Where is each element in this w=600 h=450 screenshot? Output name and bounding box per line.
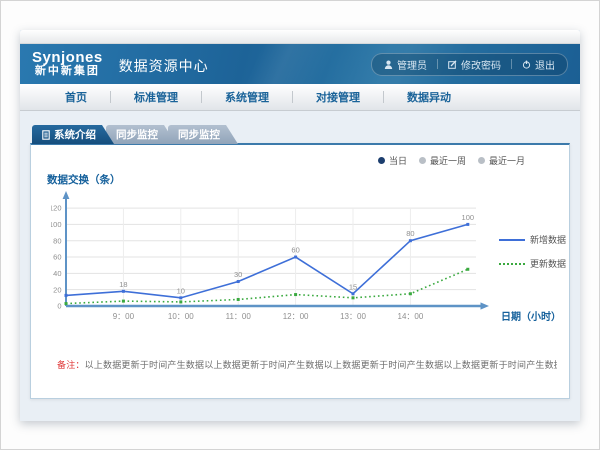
nav-item-standard-mgmt[interactable]: 标准管理 <box>111 89 201 105</box>
change-password-link[interactable]: 修改密码 <box>448 57 501 72</box>
svg-text:12：00: 12：00 <box>283 312 309 321</box>
svg-text:100: 100 <box>462 213 475 222</box>
nav-item-interface-mgmt[interactable]: 对接管理 <box>293 89 383 105</box>
svg-text:18: 18 <box>119 280 127 289</box>
legend-line-sample-green <box>499 263 525 265</box>
time-filter-last-week[interactable]: 最近一周 <box>419 154 466 167</box>
footnote: 备注：以上数据更新于时间产生数据以上数据更新于时间产生数据以上数据更新于时间产生… <box>57 358 557 371</box>
svg-text:30: 30 <box>234 270 242 279</box>
legend-item-new-data: 新增数据 <box>499 233 566 246</box>
svg-text:13：00: 13：00 <box>340 312 366 321</box>
footnote-text: 以上数据更新于时间产生数据以上数据更新于时间产生数据以上数据更新于时间产生数据以… <box>85 360 557 370</box>
divider <box>437 59 438 69</box>
time-filter-label: 当日 <box>389 154 407 167</box>
header: Synjones 新中新集团 数据资源中心 管理员 <box>20 44 580 84</box>
legend-label: 新增数据 <box>530 233 566 246</box>
time-filter-last-month[interactable]: 最近一月 <box>478 154 525 167</box>
footnote-label: 备注： <box>57 360 85 370</box>
change-password-label: 修改密码 <box>461 57 501 72</box>
logout-label: 退出 <box>535 57 555 72</box>
svg-text:20: 20 <box>53 285 61 294</box>
page-title: 数据资源中心 <box>119 53 209 76</box>
time-filter-label: 最近一月 <box>489 154 525 167</box>
main-nav: 首页 标准管理 系统管理 对接管理 数据异动 <box>20 84 580 111</box>
legend-line-sample-blue <box>499 239 525 241</box>
nav-item-data-change[interactable]: 数据异动 <box>384 89 474 105</box>
chart-panel: 当日 最近一周 最近一月 数据交换（条） 0 20 40 60 80 100 120 9：00… <box>30 143 570 399</box>
svg-text:100: 100 <box>51 220 62 229</box>
svg-text:15: 15 <box>349 282 357 291</box>
svg-text:10: 10 <box>177 286 185 295</box>
tab-label: 同步监控 <box>116 127 158 142</box>
company-logo: Synjones 新中新集团 <box>32 50 103 77</box>
power-icon <box>522 60 531 69</box>
tab-label: 同步监控 <box>178 127 220 142</box>
tab-label: 系统介绍 <box>54 127 96 142</box>
legend-label: 更新数据 <box>530 257 566 270</box>
legend-item-update-data: 更新数据 <box>499 257 566 270</box>
svg-text:120: 120 <box>51 204 62 213</box>
x-axis-title: 日期（小时） <box>501 308 561 323</box>
svg-text:10：00: 10：00 <box>168 312 194 321</box>
svg-text:40: 40 <box>53 269 61 278</box>
user-name-label: 管理员 <box>397 57 427 72</box>
time-filter-today[interactable]: 当日 <box>378 154 407 167</box>
chart-legend: 新增数据 更新数据 <box>499 233 566 281</box>
user-icon <box>384 60 393 69</box>
svg-text:0: 0 <box>57 302 61 311</box>
tab-bar: 系统介绍 同步监控 同步监控 <box>32 125 570 144</box>
window-top-strip <box>20 30 580 44</box>
svg-text:14：00: 14：00 <box>398 312 424 321</box>
svg-text:80: 80 <box>406 229 414 238</box>
svg-text:60: 60 <box>53 253 61 262</box>
user-menu: 管理员 修改密码 退出 <box>371 53 568 76</box>
line-chart: 0 20 40 60 80 100 120 9：00 10：00 11：00 12：00 13：00 1… <box>51 189 521 329</box>
svg-text:60: 60 <box>291 246 299 255</box>
document-icon <box>42 130 50 140</box>
logo-text-cn: 新中新集团 <box>32 66 103 78</box>
divider <box>511 59 512 69</box>
y-axis-title: 数据交换（条） <box>47 172 121 187</box>
screenshot-canvas: Synjones 新中新集团 数据资源中心 管理员 <box>0 0 600 450</box>
content-area: 系统介绍 同步监控 同步监控 当日 最近一周 <box>20 111 580 421</box>
tab-sync-monitor-2[interactable]: 同步监控 <box>168 125 238 144</box>
app-window: Synjones 新中新集团 数据资源中心 管理员 <box>20 30 580 421</box>
svg-text:9：00: 9：00 <box>113 312 135 321</box>
tab-sync-monitor-1[interactable]: 同步监控 <box>106 125 176 144</box>
edit-icon <box>448 60 457 69</box>
nav-item-home[interactable]: 首页 <box>42 89 110 105</box>
nav-item-system-mgmt[interactable]: 系统管理 <box>202 89 292 105</box>
radio-selected-icon <box>378 157 385 164</box>
user-name[interactable]: 管理员 <box>384 57 427 72</box>
svg-text:11：00: 11：00 <box>226 312 252 321</box>
tab-system-intro[interactable]: 系统介绍 <box>32 125 114 144</box>
radio-icon <box>419 157 426 164</box>
logo-text-en: Synjones <box>32 50 103 66</box>
time-filter-label: 最近一周 <box>430 154 466 167</box>
time-filter-group: 当日 最近一周 最近一月 <box>378 154 525 167</box>
logout-link[interactable]: 退出 <box>522 57 555 72</box>
radio-icon <box>478 157 485 164</box>
svg-text:80: 80 <box>53 236 61 245</box>
